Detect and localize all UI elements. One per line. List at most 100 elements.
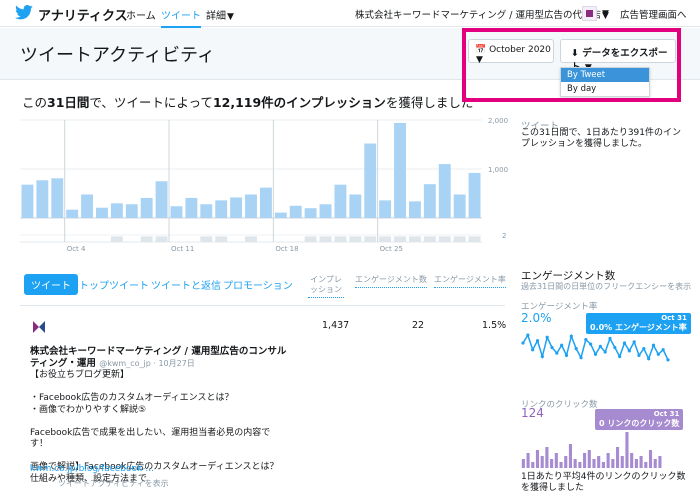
engagement-rate-chart [521,333,670,362]
impressions-bar [438,164,451,218]
rate-point [531,348,535,352]
column-engagement-rate[interactable]: エンゲージメント率 [434,275,506,288]
summary-middle: で、ツイートによって [89,95,213,110]
tab-promotions[interactable]: プロモーション [223,277,293,292]
column-engagements[interactable]: エンゲージメント数 [355,275,427,288]
impressions-bar [215,200,228,218]
click-bar [568,444,573,468]
rate-point [608,336,612,341]
column-impressions[interactable]: インプレッション [308,275,344,298]
impressions-bar [140,197,153,218]
tweet-impressions: 1,437 [322,320,350,331]
tab-top-tweets[interactable]: トップツイート [79,277,149,292]
impressions-bar [259,187,272,218]
click-bar [564,456,568,468]
rate-point [555,351,559,355]
engagement-bar [155,236,168,242]
rate-point [651,343,656,347]
impressions-bar [200,204,213,218]
click-callout-text: 0 リンクのクリック数 [599,419,680,428]
account-menu[interactable]: 株式会社キーワードマーケティング / 運用型広告の代理店▼ [355,7,609,21]
impressions-bar [364,143,377,218]
engagement-bar [245,236,257,242]
tab-tweets[interactable]: ツイート [24,274,78,295]
engagement-bar [304,236,317,242]
tweet-link[interactable]: kwm.co.jp/blog/facebook-... [30,464,154,474]
engagement-bar [423,236,436,242]
impressions-bar [394,122,406,218]
impressions-bar [453,194,466,218]
export-option-by-day[interactable]: By day [561,82,649,96]
date-range-button[interactable]: 📅 October 2020 ▼ [468,39,554,65]
rate-point [647,357,651,361]
rate-point [589,342,593,346]
account-avatar[interactable] [582,6,597,21]
click-bar [625,432,629,468]
export-data-button[interactable]: ⬇ データをエクスポート ▼ [560,39,676,73]
click-bar [634,459,638,468]
rate-point [656,352,660,356]
nav-more[interactable]: 詳細▼ [206,7,234,22]
rate-point [613,345,617,350]
nav-tweets[interactable]: ツイート [161,7,201,28]
tweet-author[interactable]: 株式会社キーワードマーケティング / 運用型広告のコンサルティング・運用 @kw… [30,346,290,370]
engagement-bar [319,236,332,242]
x-tick-label: Oct 4 [67,245,86,253]
rate-callout-text: 0.0% エンゲージメント率 [590,323,687,332]
tweet-avatar[interactable] [30,318,48,336]
view-tweet-activity-link[interactable]: ツイートアクティビティを表示 [58,478,169,489]
engagement-rate-value: 2.0% [521,311,552,325]
x-tick-label: Oct 11 [171,245,194,253]
rate-point [661,348,665,352]
impressions-bar [125,204,138,218]
rate-point [564,353,569,357]
summary-suffix: を獲得しました [385,95,474,110]
chevron-down-icon[interactable]: ▼ [602,9,609,19]
impressions-bar [468,172,481,218]
rate-point [642,347,646,351]
click-bar [573,459,577,468]
click-bar [540,456,544,468]
rate-point [526,333,530,337]
rate-point [666,358,670,362]
page-title: ツイートアクティビティ [20,45,215,66]
rate-point [521,341,525,345]
link-clicks-value: 124 [521,406,544,420]
rate-point [622,341,627,345]
impressions-bar [21,184,34,218]
top-bar: アナリティクス ホーム ツイート 詳細▼ 株式会社キーワードマーケティング / … [0,0,700,28]
rate-callout-date: Oct 31 [661,314,687,322]
click-bar [592,459,596,468]
click-bar [648,450,653,468]
rate-point [598,344,602,348]
impressions-bar [334,184,347,218]
rate-point [550,345,554,350]
y2-tick-label: 2 [502,232,506,240]
click-bar [545,447,549,468]
rate-point [560,343,564,347]
rate-point [632,340,636,344]
impressions-chart: 2,000 1,000 2 Oct 4 Oct 11 Oct 18 Oct 25 [20,118,508,253]
nav-home[interactable]: ホーム [126,7,156,22]
engagement-bar [453,236,466,242]
ads-manager-link[interactable]: 広告管理画面へ [620,7,687,21]
engagement-bar [408,236,421,242]
rate-point [618,354,622,359]
tweet-engagement-rate: 1.5% [482,320,507,331]
tab-tweets-and-replies[interactable]: ツイートと返信 [151,277,221,292]
twitter-bird-icon[interactable] [14,5,34,21]
click-bar [615,447,620,468]
click-bar [554,453,558,468]
click-callout-date: Oct 31 [653,410,680,418]
rate-point [627,349,631,353]
click-bar [620,456,624,468]
click-bar [521,459,525,468]
engagement-bar [379,236,392,242]
chevron-down-icon: ▼ [227,12,234,22]
click-bar [644,462,648,468]
y-tick-label: 1,000 [488,166,508,174]
click-bar [611,459,615,468]
app-brand[interactable]: アナリティクス [38,5,128,24]
impressions-bar [96,207,108,218]
export-option-by-tweet[interactable]: By Tweet [561,68,649,82]
